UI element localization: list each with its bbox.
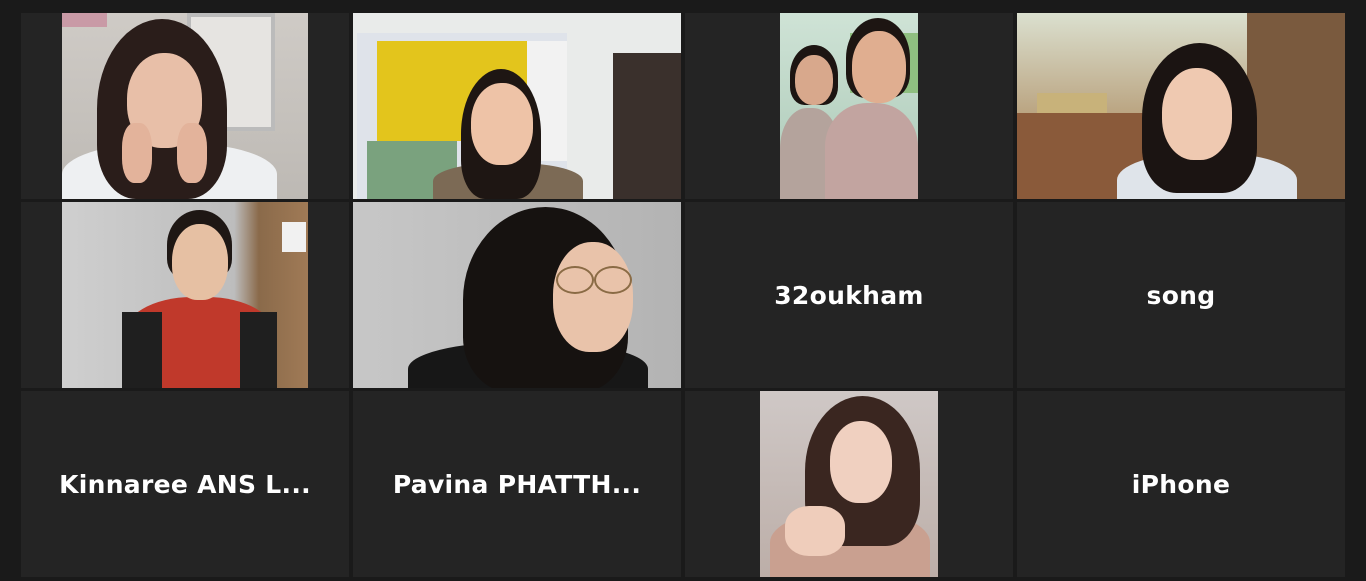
participant-video — [780, 13, 918, 199]
participant-profile-picture — [760, 391, 938, 577]
participant-video — [353, 202, 681, 388]
participant-name: 32oukham — [774, 280, 924, 310]
participant-tile[interactable] — [21, 202, 349, 388]
participant-tile[interactable]: song — [1017, 202, 1345, 388]
participant-tile-active-speaker[interactable] — [353, 13, 681, 199]
participant-tile[interactable] — [685, 13, 1013, 199]
participant-video — [62, 13, 308, 199]
participant-tile[interactable] — [353, 202, 681, 388]
participant-tile[interactable] — [1017, 13, 1345, 199]
participant-video — [353, 13, 681, 199]
participant-tile[interactable]: 32oukham — [685, 202, 1013, 388]
participant-tile[interactable]: Kinnaree ANS L... — [21, 391, 349, 577]
gallery-view: 32oukham song Kinnaree ANS L... Pavina P… — [21, 13, 1345, 578]
participant-tile[interactable] — [21, 13, 349, 199]
participant-tile[interactable]: iPhone — [1017, 391, 1345, 577]
participant-name: Kinnaree ANS L... — [59, 469, 311, 499]
participant-tile[interactable] — [685, 391, 1013, 577]
participant-video — [1017, 13, 1345, 199]
participant-name: iPhone — [1131, 469, 1231, 499]
participant-name: song — [1146, 280, 1216, 310]
participant-video — [62, 202, 308, 388]
participant-name: Pavina PHATTH... — [392, 469, 642, 499]
participant-tile[interactable]: Pavina PHATTH... — [353, 391, 681, 577]
